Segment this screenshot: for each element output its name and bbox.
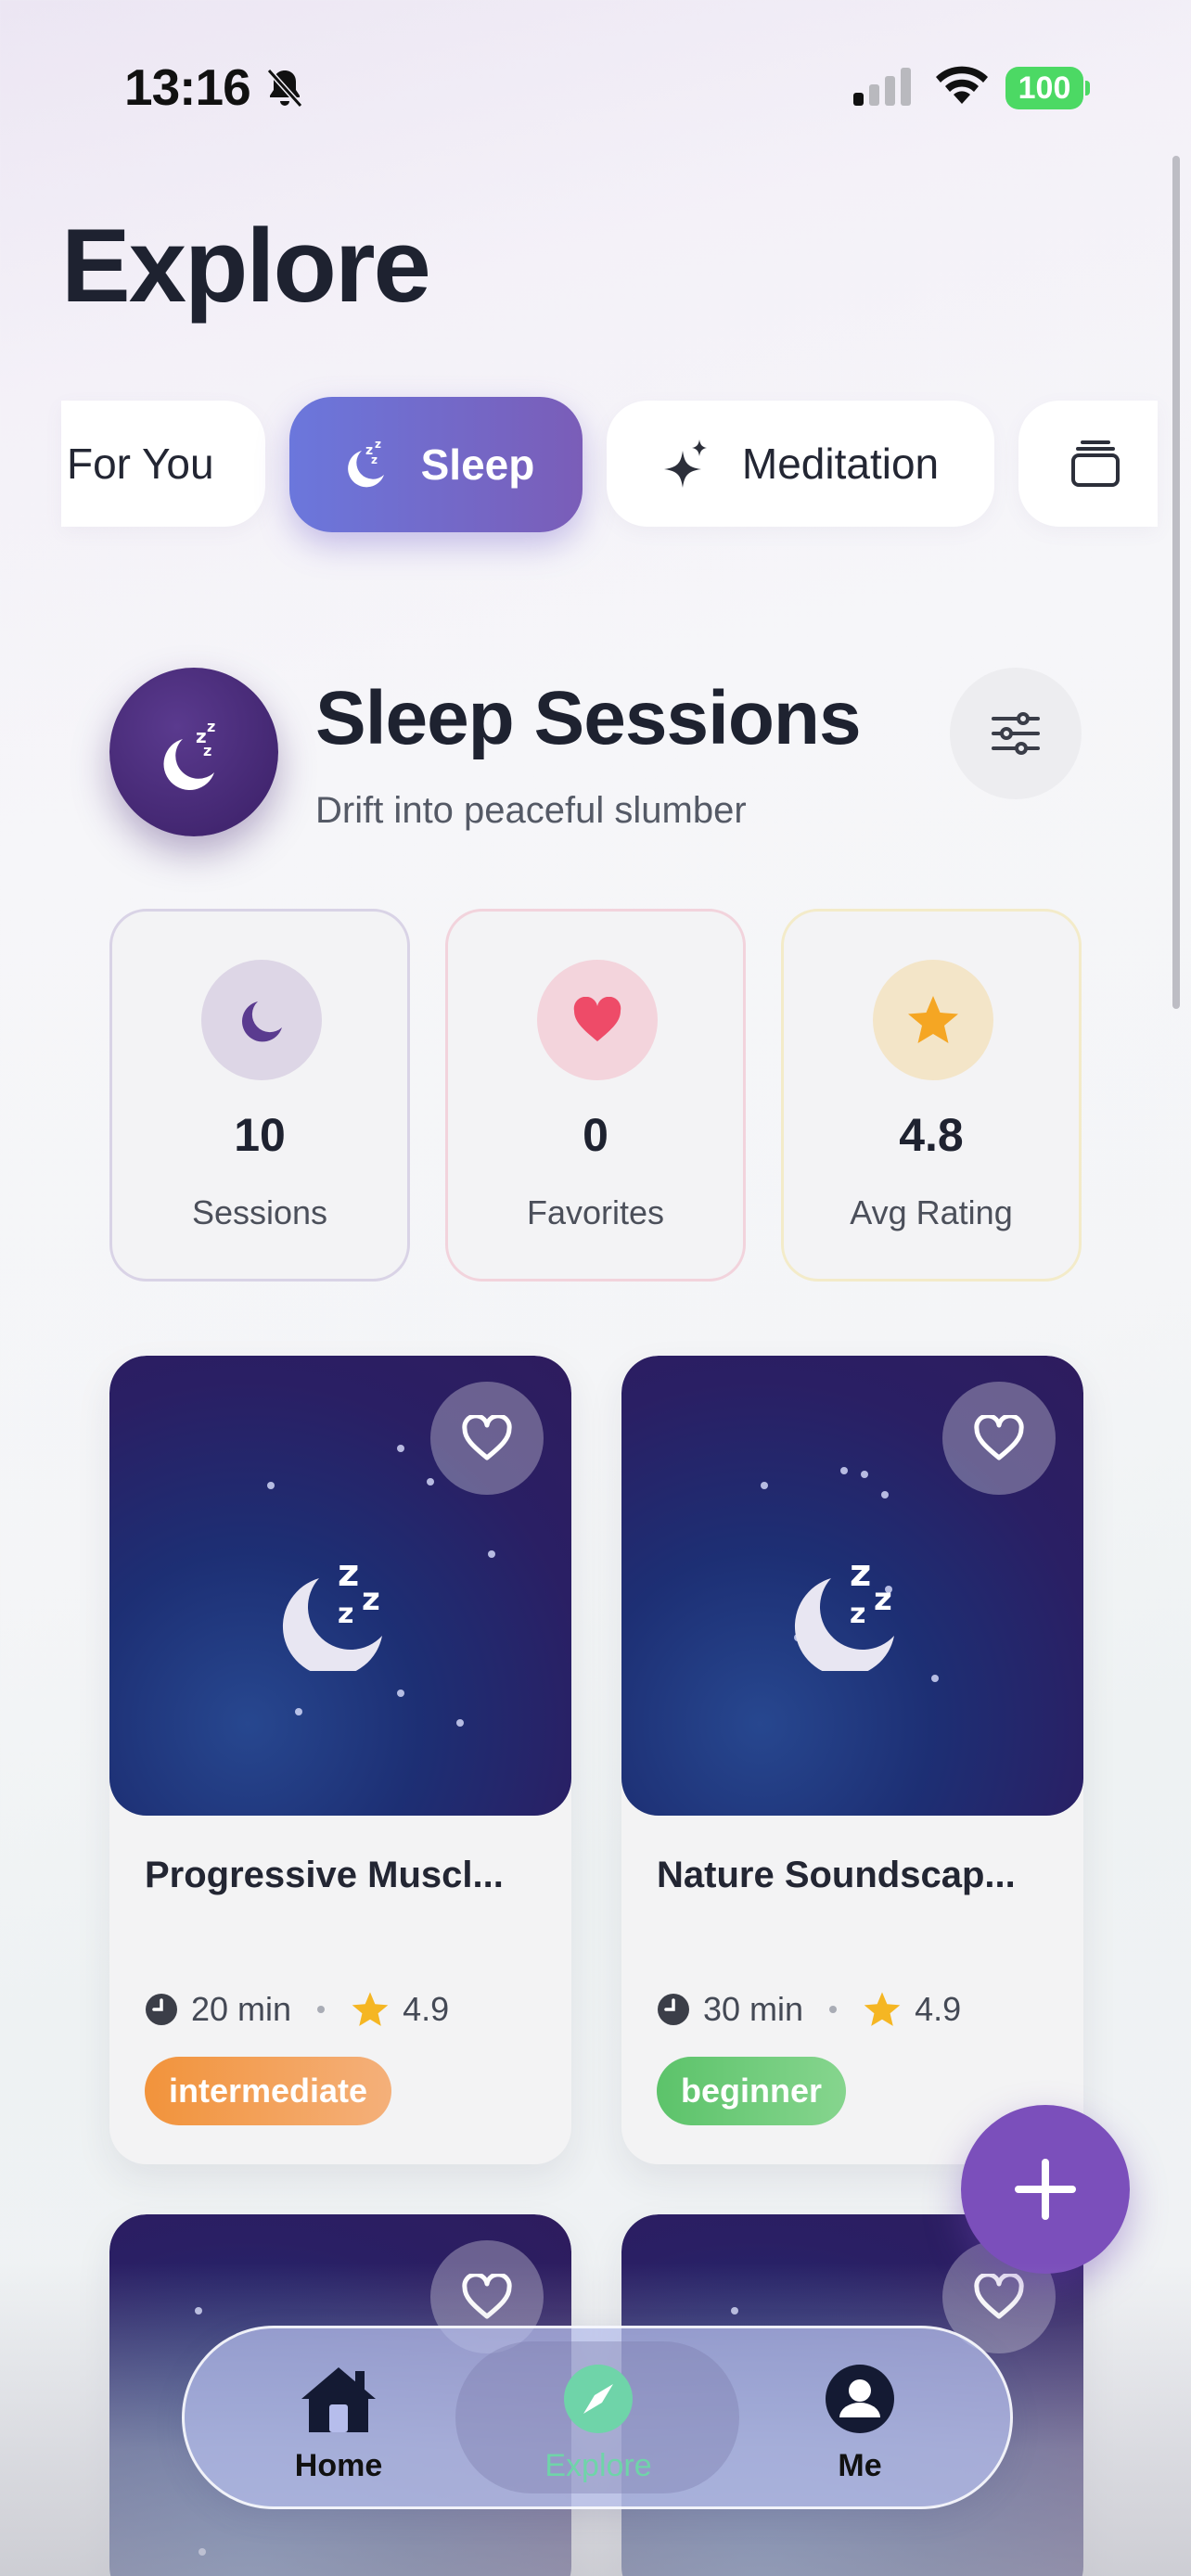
tab-label: Sleep: [420, 440, 535, 489]
compass-icon: [564, 2365, 633, 2433]
stack-icon: [1071, 440, 1120, 487]
svg-text:z: z: [375, 438, 381, 451]
moon-zzz-icon: z z z: [347, 438, 384, 488]
session-rating: 4.9: [915, 1990, 962, 2028]
bell-muted-icon: [266, 68, 303, 108]
tab-bar: Home Explore Me: [182, 2326, 1013, 2509]
tab-more[interactable]: [1018, 401, 1158, 527]
stat-value: 10: [234, 1109, 286, 1161]
sleep-section-icon: z z z: [109, 668, 278, 836]
level-badge: beginner: [657, 2057, 847, 2125]
section-title: Sleep Sessions: [315, 676, 862, 760]
session-title: Nature Soundscap...: [657, 1855, 1016, 1895]
nav-me[interactable]: Me: [767, 2362, 953, 2484]
home-icon: [301, 2367, 376, 2432]
nav-label: Me: [838, 2448, 882, 2483]
stat-value: 4.8: [899, 1109, 964, 1161]
section-subtitle: Drift into peaceful slumber: [315, 790, 747, 831]
tab-label: For You: [67, 440, 214, 488]
stat-card-sessions: 10 Sessions: [109, 909, 410, 1282]
star-icon: [873, 960, 993, 1080]
profile-icon: [826, 2365, 894, 2433]
tab-sleep[interactable]: z z z Sleep: [289, 397, 583, 532]
session-meta: 20 min 4.9: [145, 1990, 449, 2029]
moon-zzz-icon: z z z: [283, 1552, 382, 1671]
sparkles-icon: [663, 440, 707, 488]
clock-icon: [146, 1994, 177, 2025]
signal-icon: [853, 68, 911, 106]
svg-text:z: z: [874, 1581, 892, 1618]
nav-home[interactable]: Home: [246, 2362, 431, 2484]
moon-zzz-icon: z z z: [163, 718, 215, 790]
svg-text:z: z: [338, 1552, 359, 1595]
moon-zzz-icon: z z z: [795, 1552, 894, 1671]
heart-outline-icon: [462, 1415, 512, 1460]
stat-label: Sessions: [191, 1193, 328, 1231]
svg-text:z: z: [203, 742, 211, 759]
battery-level: 100: [1005, 67, 1083, 109]
tab-for-you[interactable]: For You: [61, 401, 265, 527]
svg-text:z: z: [371, 453, 378, 466]
session-duration: 20 min: [191, 1990, 292, 2028]
nav-label: Home: [294, 2448, 383, 2483]
svg-text:z: z: [850, 1552, 871, 1595]
session-title: Progressive Muscl...: [145, 1855, 504, 1895]
heart-outline-icon: [974, 1415, 1024, 1460]
battery-indicator: 100: [1005, 67, 1090, 109]
session-card[interactable]: z z z Progressive Muscl... 20 min 4.9 in…: [109, 1356, 571, 2164]
stat-card-rating: 4.8 Avg Rating: [781, 909, 1082, 1282]
svg-text:z: z: [850, 1598, 865, 1630]
favorite-button[interactable]: [430, 1382, 544, 1495]
stat-card-favorites: 0 Favorites: [445, 909, 746, 1282]
scrollbar[interactable]: [1172, 156, 1180, 1009]
heart-icon: [537, 960, 658, 1080]
svg-text:z: z: [362, 1581, 380, 1618]
star-icon: [352, 1992, 389, 2026]
page-title: Explore: [61, 208, 431, 324]
plus-icon: [1015, 2159, 1076, 2220]
status-time: 13:16: [124, 58, 251, 116]
tab-label: Meditation: [741, 440, 940, 488]
nav-label: Explore: [544, 2448, 652, 2483]
favorite-button[interactable]: [942, 1382, 1056, 1495]
session-artwork: z z z: [621, 1356, 1083, 1816]
svg-text:z: z: [338, 1598, 353, 1630]
tab-meditation[interactable]: Meditation: [607, 401, 994, 527]
moon-icon: [201, 960, 322, 1080]
stat-label: Avg Rating: [850, 1193, 1013, 1231]
star-icon: [864, 1992, 901, 2026]
svg-text:z: z: [207, 718, 215, 735]
stat-label: Favorites: [526, 1193, 665, 1231]
filter-button[interactable]: [950, 668, 1082, 799]
session-rating: 4.9: [403, 1990, 450, 2028]
sliders-icon: [992, 712, 1040, 755]
clock-icon: [658, 1994, 689, 2025]
session-meta: 30 min 4.9: [657, 1990, 961, 2029]
wifi-icon: [936, 66, 988, 104]
session-artwork: z z z: [109, 1356, 571, 1816]
stat-value: 0: [583, 1109, 608, 1161]
add-button[interactable]: [961, 2105, 1130, 2274]
level-badge: intermediate: [145, 2057, 392, 2125]
nav-explore[interactable]: Explore: [506, 2362, 691, 2484]
session-card[interactable]: z z z Nature Soundscap... 30 min 4.9 beg…: [621, 1356, 1083, 2164]
session-duration: 30 min: [703, 1990, 804, 2028]
